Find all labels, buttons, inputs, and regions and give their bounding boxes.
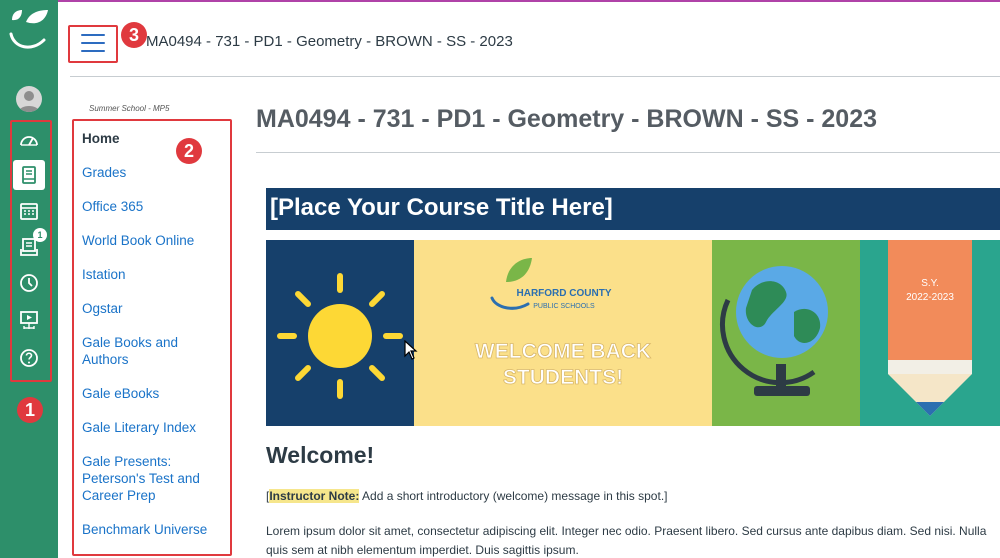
annotation-marker-3: 3 [121,22,147,48]
course-nav-gale-presents[interactable]: Gale Presents: Peterson's Test and Caree… [82,453,222,504]
welcome-hero-image: HARFORD COUNTY PUBLIC SCHOOLS WELCOME BA… [266,240,1000,426]
course-nav-home[interactable]: Home [82,130,222,147]
header-divider [70,76,1000,77]
course-nav-world-book-online[interactable]: World Book Online [82,232,222,249]
welcome-body-text: Lorem ipsum dolor sit amet, consectetur … [266,524,987,557]
course-title-banner: [Place Your Course Title Here] [266,188,1000,230]
welcome-back-text: WELCOME BACK [475,340,651,363]
hamburger-line [81,50,105,52]
instructor-note: [Instructor Note: Add a short introducto… [266,489,667,503]
hamburger-line [81,34,105,36]
annotation-marker-1: 1 [17,397,43,423]
course-nav-toggle-button[interactable] [74,31,112,55]
course-nav-ogstar[interactable]: Ogstar [82,300,222,317]
annotation-box-global-nav [10,120,52,382]
canvas-course-page: 1 1 2 3 MA0494 - 731 - PD1 - Geometry - … [0,0,1000,558]
welcome-heading: Welcome! [266,442,375,468]
course-nav-office-365[interactable]: Office 365 [82,198,222,215]
avatar-icon [19,91,39,112]
students-text: STUDENTS! [503,366,623,389]
leaf-logo-icon[interactable] [6,8,52,54]
term-label: Summer School - MP5 [89,104,170,113]
top-accent-line [0,0,1000,2]
course-nav-grades[interactable]: Grades [82,164,222,181]
welcome-panel [414,240,712,426]
mouse-pointer-icon [404,340,418,360]
course-nav-istation[interactable]: Istation [82,266,222,283]
note-label: Instructor Note: [269,489,360,503]
note-text: Add a short introductory (welcome) messa… [359,489,668,503]
logo-text-line2: PUBLIC SCHOOLS [533,303,595,310]
school-year-label: S.Y. [921,278,939,289]
course-nav-gale-books-and-authors[interactable]: Gale Books and Authors [82,334,222,368]
page-title: MA0494 - 731 - PD1 - Geometry - BROWN - … [256,105,878,133]
hamburger-line [81,42,105,44]
course-nav-benchmark-universe[interactable]: Benchmark Universe [82,521,222,538]
user-avatar[interactable] [16,86,42,112]
school-year-value: 2022-2023 [906,292,954,303]
title-divider [256,152,1000,153]
breadcrumb-course-title[interactable]: MA0494 - 731 - PD1 - Geometry - BROWN - … [146,33,513,50]
logo-text-line1: HARFORD COUNTY [517,288,612,299]
course-nav-gale-literary-index[interactable]: Gale Literary Index [82,419,222,436]
note-highlight: Instructor Note: [269,489,360,503]
course-nav-gale-ebooks[interactable]: Gale eBooks [82,385,222,402]
course-nav: Home Grades Office 365 World Book Online… [82,130,222,555]
